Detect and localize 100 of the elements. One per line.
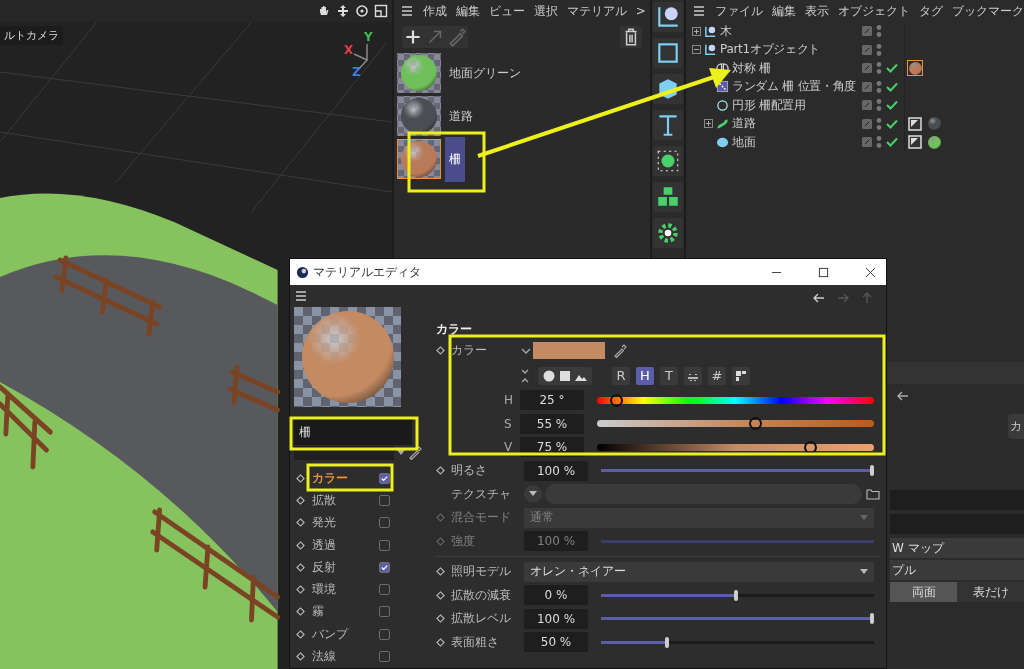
gear-icon[interactable] <box>653 218 684 248</box>
mode-button[interactable]: R <box>612 366 630 385</box>
edit-toggle-icon[interactable] <box>862 100 872 111</box>
square-icon[interactable] <box>653 38 684 68</box>
material-name[interactable]: 柵 <box>444 136 465 182</box>
checkbox[interactable] <box>379 628 390 640</box>
keyframe-diamond-icon[interactable] <box>296 540 305 550</box>
object-name[interactable]: 道路 <box>732 115 756 133</box>
material-name[interactable]: 道路 <box>444 107 477 125</box>
close-icon[interactable] <box>865 266 876 278</box>
color-swatch[interactable] <box>533 342 605 360</box>
chevron-down-icon[interactable] <box>521 347 531 354</box>
checkmark-icon[interactable] <box>886 137 898 148</box>
keyframe-diamond-icon[interactable] <box>436 466 445 476</box>
caret-icon[interactable] <box>397 450 405 456</box>
checkmark-icon[interactable] <box>886 100 898 111</box>
collapse-icon[interactable] <box>692 45 701 55</box>
mode-button[interactable]: # <box>708 366 726 385</box>
keyframe-diamond-icon[interactable] <box>296 495 305 505</box>
menu-item[interactable]: オブジェクト <box>838 2 910 20</box>
texture-tag-icon[interactable] <box>907 115 923 132</box>
slider-handle[interactable] <box>665 636 670 648</box>
channel-label[interactable]: バンプ <box>312 625 372 643</box>
slider-handle[interactable] <box>733 589 738 601</box>
keyframe-diamond-icon[interactable] <box>436 614 445 624</box>
maximize-icon[interactable] <box>818 266 829 278</box>
channel-label[interactable]: 法線 <box>312 648 372 665</box>
folder-icon[interactable] <box>866 487 880 502</box>
menu-icon[interactable] <box>399 4 414 18</box>
menu-item[interactable]: 選択 <box>533 2 558 20</box>
menu-item[interactable]: 編集 <box>455 2 480 20</box>
value-field[interactable]: 50 % <box>524 632 588 653</box>
object-name[interactable]: Part1オブジェクト <box>720 41 821 59</box>
value-field[interactable]: 0 % <box>524 585 588 606</box>
move-arrows-icon[interactable] <box>335 4 350 18</box>
edit-toggle-icon[interactable] <box>862 81 872 92</box>
circle-icon[interactable] <box>542 368 556 383</box>
menu-item[interactable]: ブックマーク <box>952 2 1024 20</box>
checkbox[interactable] <box>379 517 390 529</box>
value-field[interactable]: 55 % <box>520 413 584 434</box>
checkbox[interactable] <box>379 494 390 506</box>
slider-handle[interactable] <box>748 417 762 431</box>
menu-item[interactable]: タグ <box>919 2 943 20</box>
dropdown-field[interactable]: オレン・ネイアー <box>524 561 874 582</box>
value-field[interactable]: 100 % <box>524 460 588 481</box>
channel-label[interactable]: 霧 <box>312 603 372 621</box>
visibility-dots-icon[interactable] <box>876 24 882 39</box>
back-arrow-icon[interactable] <box>896 389 910 403</box>
camera-label[interactable]: ルトカメラ <box>0 26 63 45</box>
material-name[interactable]: 地面グリーン <box>444 64 525 82</box>
keyframe-diamond-icon[interactable] <box>436 637 445 647</box>
checkbox[interactable] <box>379 561 390 573</box>
cubes-icon[interactable] <box>653 182 684 212</box>
visibility-dots-icon[interactable] <box>876 98 882 113</box>
texture-menu-button[interactable] <box>524 485 542 504</box>
menu-item[interactable]: マテリアル <box>566 2 627 20</box>
visibility-dots-icon[interactable] <box>876 135 882 150</box>
slider-handle[interactable] <box>870 613 874 625</box>
back-arrow-icon[interactable] <box>812 291 826 305</box>
menu-item[interactable]: ビュー <box>488 2 525 20</box>
checkbox[interactable] <box>379 539 390 551</box>
eyedropper-icon[interactable] <box>613 343 627 358</box>
rotate-icon[interactable] <box>354 4 369 18</box>
tab[interactable]: カ <box>1008 413 1024 439</box>
object-name[interactable]: 地面 <box>732 133 756 151</box>
name-field[interactable]: 柵 <box>294 419 412 445</box>
toggle-button[interactable]: 両面 <box>890 582 957 602</box>
edit-toggle-icon[interactable] <box>862 137 872 148</box>
object-name[interactable]: ランダム 柵 位置・角度 <box>732 78 857 96</box>
menu-item[interactable]: ファイル <box>715 2 763 20</box>
keyframe-diamond-icon[interactable] <box>296 473 305 483</box>
checkmark-icon[interactable] <box>886 118 898 129</box>
edit-toggle-icon[interactable] <box>862 118 872 129</box>
text-icon[interactable] <box>653 110 684 140</box>
object-name[interactable]: 対称 柵 <box>732 59 771 77</box>
checkmark-icon[interactable] <box>886 81 898 92</box>
eyedropper-icon[interactable] <box>408 446 422 460</box>
edit-toggle-icon[interactable] <box>862 63 872 74</box>
checkbox[interactable] <box>379 472 390 484</box>
gradient-slider-track[interactable] <box>597 396 874 404</box>
keyframe-diamond-icon[interactable] <box>296 562 305 572</box>
checkmark-icon[interactable] <box>886 63 898 74</box>
slider-handle[interactable] <box>804 440 818 454</box>
trash-icon[interactable] <box>620 26 643 48</box>
maximize-view-icon[interactable] <box>373 4 388 18</box>
keyframe-diamond-icon[interactable] <box>296 629 305 639</box>
dropdown-field[interactable]: W マップ <box>890 538 1024 558</box>
keyframe-diamond-icon[interactable] <box>436 590 445 600</box>
mode-button[interactable]: T <box>660 366 678 385</box>
keyframe-diamond-icon[interactable] <box>436 567 445 577</box>
checkbox[interactable] <box>379 584 390 596</box>
gradient-slider-track[interactable] <box>597 420 874 428</box>
value-field[interactable]: 100 % <box>524 608 588 629</box>
expand-icon[interactable] <box>704 119 713 129</box>
edit-toggle-icon[interactable] <box>862 44 872 55</box>
keyframe-diamond-icon[interactable] <box>296 607 305 617</box>
object-name[interactable]: 木 <box>720 22 732 40</box>
dropdown-field[interactable]: プル <box>890 560 1024 580</box>
keyframe-diamond-icon[interactable] <box>296 652 305 661</box>
channel-label[interactable]: 反射 <box>312 558 372 576</box>
